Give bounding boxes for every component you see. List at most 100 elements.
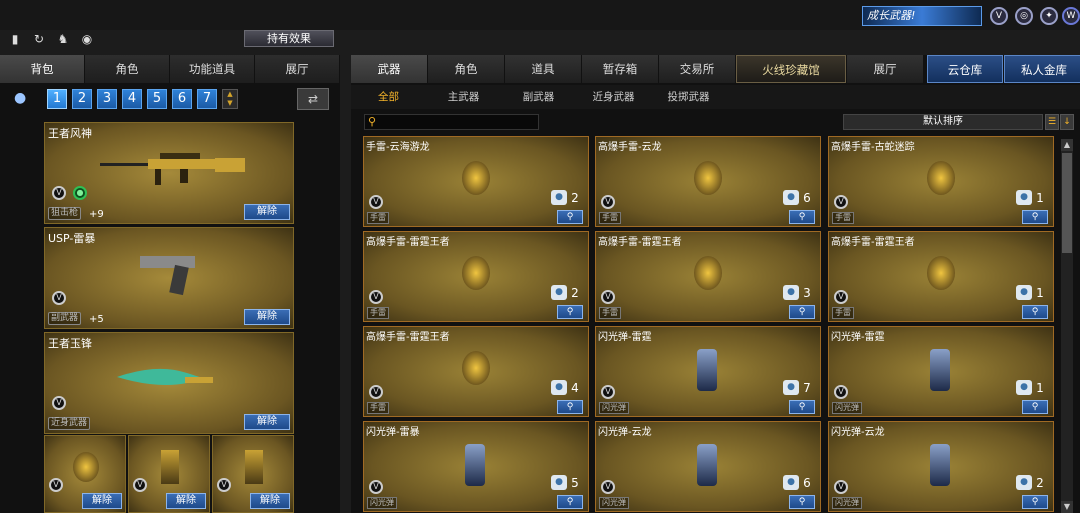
swap-icon[interactable]: ⇄: [297, 88, 329, 110]
egg-icon[interactable]: ◉: [78, 30, 96, 48]
inspect-button[interactable]: ⚲: [1022, 305, 1048, 319]
flashbang-icon: [245, 450, 263, 484]
tab-function-items[interactable]: 功能道具: [170, 55, 255, 83]
page-6[interactable]: 6: [172, 89, 192, 109]
v-badge-icon: V: [601, 480, 615, 494]
inspect-button[interactable]: ⚲: [557, 400, 583, 414]
item-name: 闪光弹-雷霆: [831, 332, 885, 343]
inspect-button[interactable]: ⚲: [789, 305, 815, 319]
scroll-thumb[interactable]: [1062, 153, 1072, 253]
sort-direction-icon[interactable]: ↓: [1060, 114, 1074, 130]
tab-storage[interactable]: 暂存箱: [582, 55, 658, 83]
unequip-button[interactable]: 解除: [244, 204, 290, 220]
player-icon: ●: [783, 475, 799, 490]
tab-exchange[interactable]: 交易所: [659, 55, 735, 83]
item-card[interactable]: 闪光弹-云龙 V ● 6 闪光弹 ⚲: [595, 421, 821, 512]
badge-globe-icon[interactable]: ◎: [1015, 7, 1033, 25]
badge-vip-icon[interactable]: W: [1062, 7, 1080, 25]
unequip-button[interactable]: 解除: [250, 493, 290, 509]
tab-collection[interactable]: 火线珍藏馆: [736, 55, 846, 83]
v-badge-icon: V: [52, 396, 66, 410]
page-3[interactable]: 3: [97, 89, 117, 109]
tab-backpack[interactable]: 背包: [0, 55, 85, 83]
item-type-tag: 闪光弹: [367, 497, 397, 509]
tab-private-vault[interactable]: 私人金库: [1004, 55, 1080, 83]
throwable-slot-1[interactable]: V 解除: [44, 435, 126, 513]
equipped-effect-button[interactable]: 持有效果: [244, 30, 334, 47]
search-input[interactable]: ⚲: [364, 114, 539, 130]
page-stepper[interactable]: ▲ ▼: [222, 89, 238, 109]
filter-primary[interactable]: 主武器: [426, 85, 501, 109]
inspect-button[interactable]: ⚲: [1022, 210, 1048, 224]
filter-throwable[interactable]: 投掷武器: [651, 85, 726, 109]
equipped-secondary-card[interactable]: USP-雷暴 V 副武器 +5 解除: [44, 227, 294, 329]
equipped-primary-card[interactable]: 王者风神 V ● 狙击枪 +9 解除: [44, 122, 294, 224]
tab-weapons[interactable]: 武器: [351, 55, 427, 83]
item-card[interactable]: 闪光弹-雷暴 V ● 5 闪光弹 ⚲: [363, 421, 589, 512]
unequip-button[interactable]: 解除: [166, 493, 206, 509]
page-7[interactable]: 7: [197, 89, 217, 109]
item-card[interactable]: 闪光弹-雷霆 V ● 1 闪光弹 ⚲: [828, 326, 1054, 417]
inspect-button[interactable]: ⚲: [789, 495, 815, 509]
growth-weapon-banner[interactable]: 成长武器!: [862, 6, 982, 26]
grenade-icon: [694, 256, 722, 290]
inspect-button[interactable]: ⚲: [557, 305, 583, 319]
grenade-icon: [462, 351, 490, 385]
inspect-button[interactable]: ⚲: [789, 210, 815, 224]
grenade-icon: [927, 161, 955, 195]
throwable-slot-2[interactable]: V 解除: [128, 435, 210, 513]
unequip-button[interactable]: 解除: [82, 493, 122, 509]
scrollbar[interactable]: ▲ ▼: [1061, 139, 1073, 513]
item-name: 高爆手雷-雷霆王者: [366, 332, 450, 343]
filter-melee[interactable]: 近身武器: [576, 85, 651, 109]
grenade-icon: [694, 161, 722, 195]
equipped-melee-card[interactable]: 王者玉锋 V 近身武器 解除: [44, 332, 294, 434]
v-badge-icon: V: [217, 478, 231, 492]
throwable-slot-3[interactable]: V 解除: [212, 435, 294, 513]
grenade-icon: [73, 452, 99, 482]
item-card[interactable]: 高爆手雷-云龙 V ● 6 手雷 ⚲: [595, 136, 821, 227]
tab-showroom[interactable]: 展厅: [255, 55, 340, 83]
page-4[interactable]: 4: [122, 89, 142, 109]
unequip-button[interactable]: 解除: [244, 414, 290, 430]
inspect-button[interactable]: ⚲: [557, 210, 583, 224]
item-card[interactable]: 高爆手雷-雷霆王者 V ● 3 手雷 ⚲: [595, 231, 821, 322]
item-card[interactable]: 高爆手雷-古蛇迷踪 V ● 1 手雷 ⚲: [828, 136, 1054, 227]
filter-secondary[interactable]: 副武器: [501, 85, 576, 109]
page-5[interactable]: 5: [147, 89, 167, 109]
badge-v-icon[interactable]: V: [990, 7, 1008, 25]
item-card[interactable]: 高爆手雷-雷霆王者 V ● 2 手雷 ⚲: [363, 231, 589, 322]
list-view-icon[interactable]: ☰: [1045, 114, 1059, 130]
item-card[interactable]: 手雷-云海游龙 V ● 2 手雷 ⚲: [363, 136, 589, 227]
v-badge-icon: V: [601, 385, 615, 399]
item-card[interactable]: 闪光弹-雷霆 V ● 7 闪光弹 ⚲: [595, 326, 821, 417]
scroll-up-icon[interactable]: ▲: [1061, 139, 1073, 151]
weapon-type-tag: 狙击枪: [48, 207, 82, 220]
tab-character[interactable]: 角色: [428, 55, 504, 83]
filter-all[interactable]: 全部: [351, 85, 426, 109]
inspect-button[interactable]: ⚲: [557, 495, 583, 509]
v-badge-icon: V: [369, 385, 383, 399]
item-card[interactable]: 闪光弹-云龙 V ● 2 闪光弹 ⚲: [828, 421, 1054, 512]
rank-icon[interactable]: ▮: [6, 30, 24, 48]
tab-items[interactable]: 道具: [505, 55, 581, 83]
item-card[interactable]: 高爆手雷-雷霆王者 V ● 4 手雷 ⚲: [363, 326, 589, 417]
v-badge-icon: V: [834, 290, 848, 304]
tab-character[interactable]: 角色: [85, 55, 170, 83]
unequip-button[interactable]: 解除: [244, 309, 290, 325]
tab-cloud-storage[interactable]: 云仓库: [927, 55, 1003, 83]
page-1[interactable]: 1: [47, 89, 67, 109]
page-2[interactable]: 2: [72, 89, 92, 109]
tab-showroom[interactable]: 展厅: [847, 55, 923, 83]
inspect-button[interactable]: ⚲: [789, 400, 815, 414]
scroll-down-icon[interactable]: ▼: [1061, 501, 1073, 513]
inspect-button[interactable]: ⚲: [1022, 400, 1048, 414]
refresh-icon[interactable]: ↻: [30, 30, 48, 48]
inspect-button[interactable]: ⚲: [1022, 495, 1048, 509]
item-card[interactable]: 高爆手雷-雷霆王者 V ● 1 手雷 ⚲: [828, 231, 1054, 322]
sort-select[interactable]: 默认排序: [843, 114, 1043, 130]
weapon-name: USP-雷暴: [48, 232, 96, 245]
badge-shield-icon[interactable]: ✦: [1040, 7, 1058, 25]
green-badge-icon: ●: [73, 186, 87, 200]
unicorn-icon[interactable]: ♞: [54, 30, 72, 48]
